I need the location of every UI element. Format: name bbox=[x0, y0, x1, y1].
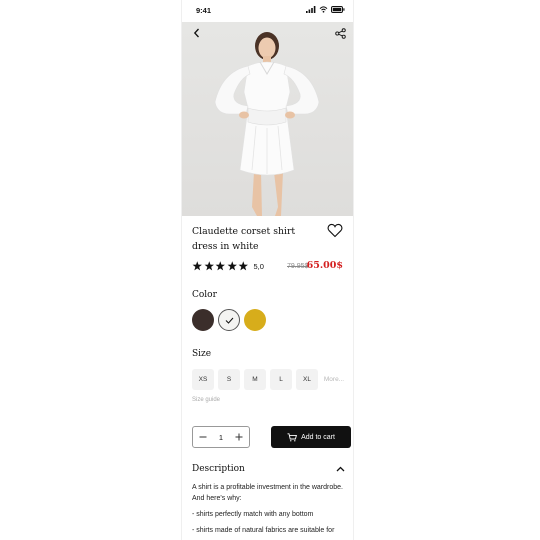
star-icon bbox=[238, 261, 248, 271]
swatch-mustard[interactable] bbox=[244, 309, 266, 331]
rating: 5,0 bbox=[192, 261, 264, 271]
size-options: XS S M L XL More... bbox=[192, 369, 346, 390]
product-screen: 9:41 Claudette corset shirt dress in whi… bbox=[181, 0, 354, 540]
size-xl[interactable]: XL bbox=[296, 369, 318, 390]
favorite-button[interactable] bbox=[327, 223, 343, 239]
share-button[interactable] bbox=[333, 26, 347, 40]
description-paragraph: - shirts made of natural fabrics are sui… bbox=[192, 527, 335, 534]
description-toggle[interactable]: Description bbox=[192, 464, 345, 474]
product-image bbox=[182, 22, 353, 216]
wifi-icon bbox=[319, 6, 328, 13]
battery-icon bbox=[331, 6, 345, 13]
chevron-left-icon bbox=[193, 28, 199, 38]
chevron-up-icon bbox=[336, 466, 345, 472]
old-price: 79.95$ bbox=[287, 263, 309, 270]
status-time: 9:41 bbox=[196, 6, 212, 15]
description-title: Description bbox=[192, 464, 245, 474]
add-to-cart-label: Add to cart bbox=[301, 433, 335, 441]
star-icon bbox=[204, 261, 214, 271]
signal-icon bbox=[306, 6, 316, 13]
status-icons bbox=[306, 6, 345, 13]
swatch-dark-brown[interactable] bbox=[192, 309, 214, 331]
size-s[interactable]: S bbox=[218, 369, 240, 390]
quantity-stepper: 1 bbox=[192, 426, 250, 448]
increase-button[interactable] bbox=[234, 432, 244, 442]
size-l[interactable]: L bbox=[270, 369, 292, 390]
cart-icon bbox=[287, 432, 298, 441]
size-title: Size bbox=[192, 349, 212, 359]
status-bar: 9:41 bbox=[182, 0, 353, 22]
share-icon bbox=[334, 27, 346, 39]
product-title: Claudette corset shirt dress in white bbox=[192, 226, 296, 252]
color-title: Color bbox=[192, 290, 217, 300]
price: 65.00$ bbox=[306, 260, 343, 271]
description-text: A shirt is a profitable investment in th… bbox=[192, 482, 347, 540]
size-guide-link[interactable]: Size guide bbox=[192, 397, 220, 403]
description-paragraph: - shirts perfectly match with any bottom bbox=[192, 511, 314, 518]
size-xs[interactable]: XS bbox=[192, 369, 214, 390]
back-button[interactable] bbox=[190, 26, 204, 40]
swatch-white[interactable] bbox=[218, 309, 240, 331]
rating-value: 5,0 bbox=[253, 261, 264, 271]
size-more[interactable]: More... bbox=[322, 369, 346, 390]
color-swatches bbox=[192, 309, 266, 331]
decrease-button[interactable] bbox=[198, 432, 208, 442]
quantity-value: 1 bbox=[218, 432, 224, 442]
add-to-cart-button[interactable]: Add to cart bbox=[271, 426, 351, 448]
heart-icon bbox=[327, 223, 343, 238]
model-photo bbox=[214, 32, 320, 216]
plus-icon bbox=[235, 433, 243, 441]
check-icon bbox=[225, 317, 233, 324]
star-icon bbox=[192, 261, 202, 271]
size-m[interactable]: M bbox=[244, 369, 266, 390]
star-icon bbox=[227, 261, 237, 271]
description-paragraph: A shirt is a profitable investment in th… bbox=[192, 484, 343, 502]
minus-icon bbox=[199, 436, 207, 438]
star-icon bbox=[215, 261, 225, 271]
